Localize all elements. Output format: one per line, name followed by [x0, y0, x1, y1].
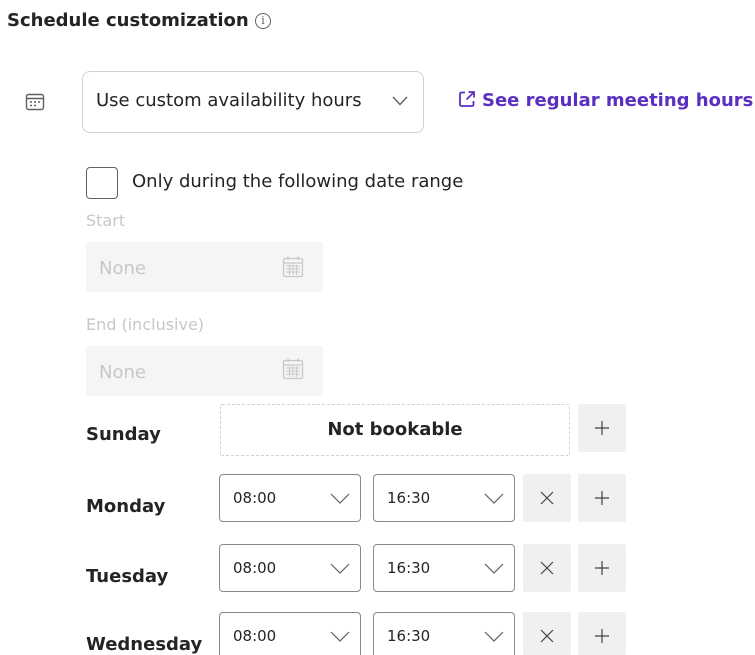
- section-title: Schedule customization: [7, 10, 249, 31]
- close-icon: [540, 629, 554, 643]
- start-label: Start: [86, 211, 126, 230]
- date-range-checkbox-label: Only during the following date range: [132, 171, 464, 192]
- external-link-icon: [459, 91, 475, 107]
- date-range-checkbox[interactable]: [86, 167, 118, 199]
- plus-icon: [595, 491, 609, 505]
- calendar-icon: [282, 358, 304, 380]
- end-label: End (inclusive): [86, 315, 205, 334]
- chevron-down-icon: [484, 563, 504, 574]
- end-time-value: 16:30: [387, 627, 431, 645]
- close-icon: [540, 491, 554, 505]
- day-label-sunday: Sunday: [86, 424, 161, 445]
- chevron-down-icon: [330, 631, 350, 642]
- calendar-icon: [25, 93, 45, 111]
- end-time-value: 16:30: [387, 559, 431, 577]
- day-label-monday: Monday: [86, 496, 166, 517]
- add-hours-button-tuesday[interactable]: [578, 544, 626, 592]
- plus-icon: [595, 629, 609, 643]
- close-icon: [540, 561, 554, 575]
- chevron-down-icon: [484, 631, 504, 642]
- day-label-tuesday: Tuesday: [86, 566, 169, 587]
- info-icon[interactable]: i: [255, 13, 271, 29]
- add-hours-button-wednesday[interactable]: [578, 612, 626, 655]
- remove-hours-button-monday[interactable]: [523, 474, 571, 522]
- end-date-value: None: [99, 362, 146, 383]
- add-hours-button-sunday[interactable]: [578, 404, 626, 452]
- availability-mode-value: Use custom availability hours: [96, 90, 362, 111]
- calendar-icon: [282, 256, 304, 278]
- add-hours-button-monday[interactable]: [578, 474, 626, 522]
- plus-icon: [595, 561, 609, 575]
- remove-hours-button-tuesday[interactable]: [523, 544, 571, 592]
- start-time-value: 08:00: [233, 559, 277, 577]
- not-bookable-text: Not bookable: [327, 419, 463, 440]
- start-time-value: 08:00: [233, 627, 277, 645]
- remove-hours-button-wednesday[interactable]: [523, 612, 571, 655]
- start-date-value: None: [99, 258, 146, 279]
- chevron-down-icon: [330, 563, 350, 574]
- plus-icon: [595, 421, 609, 435]
- chevron-down-icon: [330, 493, 350, 504]
- chevron-down-icon: [484, 493, 504, 504]
- start-time-value: 08:00: [233, 489, 277, 507]
- day-label-wednesday: Wednesday: [86, 634, 203, 655]
- see-regular-meeting-hours-link[interactable]: See regular meeting hours: [458, 90, 753, 111]
- see-regular-meeting-hours-label: See regular meeting hours: [482, 90, 754, 111]
- chevron-down-icon: [392, 96, 408, 106]
- end-time-value: 16:30: [387, 489, 431, 507]
